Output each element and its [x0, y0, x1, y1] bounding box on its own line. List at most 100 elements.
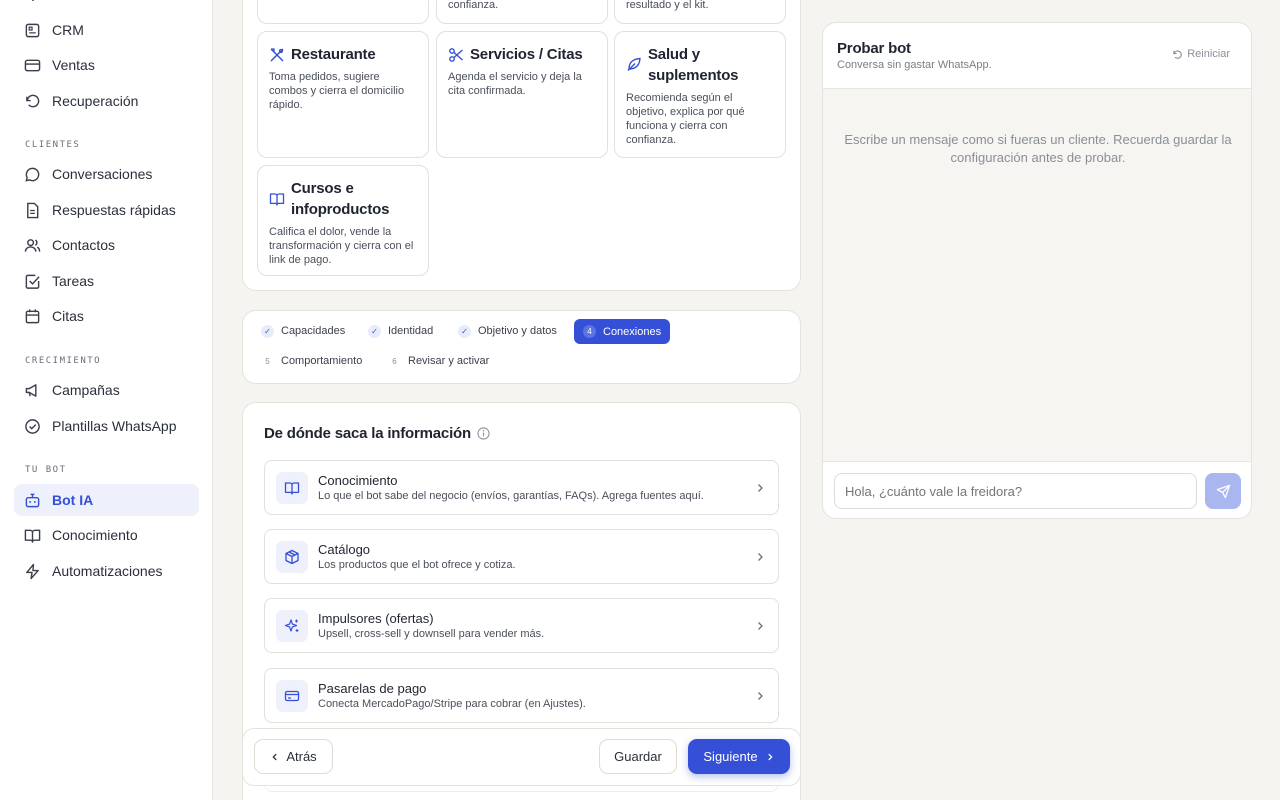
check-icon: ✓ — [458, 324, 471, 338]
step-number: 4 — [583, 325, 596, 338]
next-button[interactable]: Siguiente — [688, 739, 790, 774]
cut-off-icon — [25, 0, 41, 2]
sidebar-item-label: Automatizaciones — [52, 563, 163, 579]
leaf-icon — [626, 56, 642, 72]
step-label: Objetivo y datos — [478, 325, 557, 337]
vertical-card-cut[interactable]: confianza. — [436, 0, 608, 24]
sidebar-item-label: Ventas — [52, 57, 95, 73]
vertical-desc: confianza. — [448, 0, 499, 11]
sidebar-item-label: Plantillas WhatsApp — [52, 418, 177, 434]
section-label-clientes: CLIENTES — [25, 140, 81, 150]
connection-desc: Upsell, cross-sell y downsell para vende… — [318, 628, 545, 640]
chevron-right-icon — [754, 689, 766, 701]
step-conexiones[interactable]: 4 Conexiones — [574, 319, 671, 344]
chevron-right-icon — [765, 752, 775, 762]
info-icon[interactable] — [477, 427, 490, 440]
book-open-icon — [24, 527, 41, 544]
chevron-right-icon — [754, 619, 766, 631]
sidebar-item-plantillas-whatsapp[interactable]: Plantillas WhatsApp — [14, 410, 199, 442]
section-label-tu-bot: TU BOT — [25, 465, 67, 475]
sidebar-item-tareas[interactable]: Tareas — [14, 265, 199, 297]
users-icon — [24, 237, 41, 254]
step-number: 6 — [392, 356, 397, 366]
chevron-left-icon — [270, 752, 280, 762]
sidebar-item-ventas[interactable]: Ventas — [14, 49, 199, 81]
connection-pasarelas[interactable]: Pasarelas de pago Conecta MercadoPago/St… — [264, 668, 779, 723]
connection-title: Impulsores (ofertas) — [318, 611, 434, 626]
connection-impulsores[interactable]: Impulsores (ofertas) Upsell, cross-sell … — [264, 598, 779, 653]
vertical-card-cut[interactable]: resultado y el kit. — [614, 0, 786, 24]
step-capacidades[interactable]: ✓ Capacidades — [261, 319, 345, 343]
chevron-right-icon — [754, 550, 766, 562]
sidebar-item-bot-ia[interactable]: Bot IA — [14, 484, 199, 516]
sidebar-item-label: Citas — [52, 308, 84, 324]
sidebar-item-label: CRM — [52, 22, 84, 38]
sidebar-item-label: Bot IA — [52, 492, 94, 508]
crm-icon — [24, 22, 41, 39]
check-icon: ✓ — [261, 324, 274, 338]
save-button[interactable]: Guardar — [599, 739, 677, 774]
sidebar-item-conocimiento[interactable]: Conocimiento — [14, 519, 199, 551]
document-icon — [24, 202, 41, 219]
test-bot-conversation: Escribe un mensaje como si fueras un cli… — [823, 89, 1251, 462]
step-number: 5 — [265, 356, 270, 366]
back-button[interactable]: Atrás — [254, 739, 333, 774]
vertical-card-salud[interactable]: Salud y suplementos Recomienda según el … — [614, 31, 786, 158]
send-button[interactable] — [1205, 473, 1241, 509]
reset-label: Reiniciar — [1187, 48, 1230, 60]
connection-title: Pasarelas de pago — [318, 681, 427, 696]
test-bot-header: Probar bot Conversa sin gastar WhatsApp.… — [823, 23, 1251, 89]
step-comportamiento[interactable]: 5 Comportamiento — [261, 349, 362, 373]
sidebar-item-crm[interactable]: CRM — [14, 14, 199, 46]
sidebar-item-label: Campañas — [52, 382, 120, 398]
step-objetivo[interactable]: ✓ Objetivo y datos — [458, 319, 557, 343]
sidebar-item-citas[interactable]: Citas — [14, 300, 199, 332]
empty-state-message: Escribe un mensaje como si fueras un cli… — [844, 132, 1232, 165]
vertical-card-cut[interactable] — [257, 0, 429, 24]
bot-icon — [24, 492, 41, 509]
section-label-crecimiento: CRECIMIENTO — [25, 356, 102, 366]
connections-title-text: De dónde saca la información — [264, 425, 471, 442]
checkbox-icon — [24, 273, 41, 290]
vertical-desc: Recomienda según el objetivo, explica po… — [626, 92, 745, 146]
sidebar-item-label: Respuestas rápidas — [52, 202, 176, 218]
sidebar-item-campanas[interactable]: Campañas — [14, 374, 199, 406]
sidebar-item-automatizaciones[interactable]: Automatizaciones — [14, 555, 199, 587]
sidebar-item-recuperacion[interactable]: Recuperación — [14, 85, 199, 117]
sidebar-item-label: Conocimiento — [52, 527, 138, 543]
scissors-icon — [448, 47, 464, 63]
save-button-label: Guardar — [614, 749, 662, 764]
vertical-title: Cursos e infoproductos — [291, 180, 390, 218]
sidebar-item-conversaciones[interactable]: Conversaciones — [14, 158, 199, 190]
test-bot-subtitle: Conversa sin gastar WhatsApp. — [837, 59, 992, 71]
rotate-icon — [24, 93, 41, 110]
vertical-card-cursos[interactable]: Cursos e infoproductos Califica el dolor… — [257, 165, 429, 276]
vertical-title: Restaurante — [291, 46, 376, 63]
message-input[interactable] — [834, 473, 1197, 509]
sparkles-icon — [276, 609, 308, 642]
vertical-card-servicios[interactable]: Servicios / Citas Agenda el servicio y d… — [436, 31, 608, 158]
sidebar-item-label: Contactos — [52, 237, 116, 253]
connection-conocimiento[interactable]: Conocimiento Lo que el bot sabe del nego… — [264, 460, 779, 515]
vertical-desc: resultado y el kit. — [626, 0, 709, 11]
connection-desc: Conecta MercadoPago/Stripe para cobrar (… — [318, 698, 586, 710]
vertical-card-restaurante[interactable]: Restaurante Toma pedidos, sugiere combos… — [257, 31, 429, 158]
step-identidad[interactable]: ✓ Identidad — [368, 319, 433, 343]
rotate-icon — [1172, 49, 1183, 60]
step-revisar[interactable]: 6 Revisar y activar — [388, 349, 489, 373]
credit-card-icon — [24, 57, 41, 74]
box-icon — [276, 540, 308, 573]
send-icon — [1216, 484, 1231, 499]
connection-desc: Lo que el bot sabe del negocio (envíos, … — [318, 490, 704, 502]
sidebar-item-respuestas-rapidas[interactable]: Respuestas rápidas — [14, 194, 199, 226]
check-circle-icon — [24, 418, 41, 435]
chevron-right-icon — [754, 481, 766, 493]
sidebar-item-label: Conversaciones — [52, 166, 153, 182]
connection-catalogo[interactable]: Catálogo Los productos que el bot ofrece… — [264, 529, 779, 584]
step-label: Identidad — [388, 325, 434, 337]
sidebar-item-label: Tareas — [52, 273, 95, 289]
sidebar-item-contactos[interactable]: Contactos — [14, 229, 199, 261]
vertical-desc: Toma pedidos, sugiere combos y cierra el… — [269, 71, 405, 111]
utensils-icon — [269, 47, 285, 63]
reset-button[interactable]: Reiniciar — [1172, 48, 1230, 60]
